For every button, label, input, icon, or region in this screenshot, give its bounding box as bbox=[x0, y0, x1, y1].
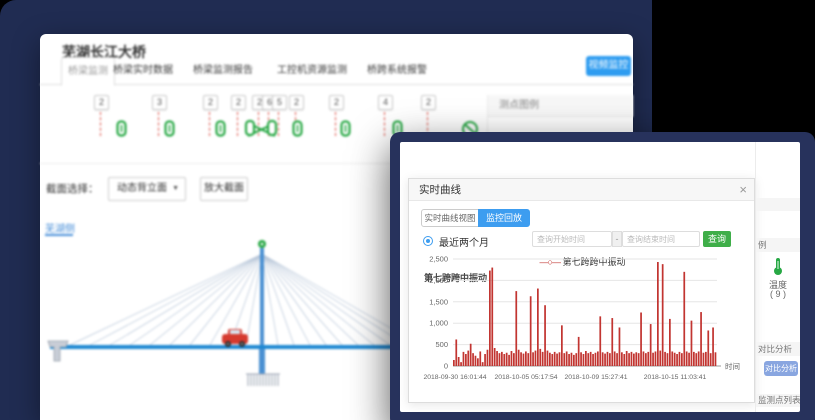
thermometer-icon bbox=[771, 256, 785, 276]
sensor-dashed-line bbox=[237, 112, 238, 136]
realtime-curve-window: 实时曲线 × 实时曲线视图 监控回放 最近两个月 - 查询 —○— 第七跨跨中振… bbox=[390, 132, 815, 420]
svg-text:500: 500 bbox=[435, 340, 448, 349]
close-icon[interactable]: × bbox=[739, 179, 747, 201]
sensor-dashed-line bbox=[209, 112, 210, 136]
point-legend-header: 测点图例 bbox=[488, 95, 633, 117]
compare-analysis-button[interactable]: 对比分析 bbox=[764, 361, 798, 376]
bearing-sensor-cluster-icon[interactable] bbox=[244, 118, 280, 140]
chain-sensor-icon[interactable] bbox=[214, 120, 227, 137]
section-select[interactable]: 动态背立面 ▼ bbox=[108, 177, 186, 201]
tab-4[interactable]: 工控机资源监测 bbox=[277, 64, 347, 84]
svg-text:0: 0 bbox=[444, 362, 448, 371]
bridge-foundation bbox=[246, 374, 280, 386]
sensor-dashed-line bbox=[384, 112, 385, 136]
query-end-time-input[interactable] bbox=[622, 231, 700, 247]
backdrop-black-area bbox=[652, 0, 815, 150]
svg-text:2018-09-30 16:01:44: 2018-09-30 16:01:44 bbox=[423, 374, 486, 381]
point-list-header: 监测点列表 bbox=[756, 394, 800, 407]
query-start-time-input[interactable] bbox=[532, 231, 612, 247]
svg-text:1,000: 1,000 bbox=[429, 319, 448, 328]
chevron-down-icon: ▼ bbox=[172, 178, 179, 200]
sidebar-divider bbox=[755, 142, 756, 412]
tab-curve-view[interactable]: 实时曲线视图 bbox=[421, 209, 479, 227]
svg-text:1,500: 1,500 bbox=[429, 297, 448, 306]
sensor-dashed-line bbox=[100, 112, 101, 136]
svg-text:2018-10-09 15:27:41: 2018-10-09 15:27:41 bbox=[564, 374, 627, 381]
svg-text:2018-10-15 11:03:41: 2018-10-15 11:03:41 bbox=[644, 374, 707, 381]
tab-bar bbox=[40, 84, 633, 85]
sensor-count-badge[interactable]: 2 bbox=[421, 95, 436, 110]
sensor-count-badge[interactable]: 2 bbox=[231, 95, 246, 110]
sidebar-legend-header: 例 bbox=[756, 238, 800, 252]
chain-sensor-icon[interactable] bbox=[291, 120, 304, 137]
enlarge-section-button[interactable]: 放大截面 bbox=[200, 177, 248, 201]
recent-two-months-radio[interactable] bbox=[423, 236, 433, 246]
section-select-value: 动态背立面 bbox=[117, 183, 167, 194]
sensor-count-badge[interactable]: 2 bbox=[329, 95, 344, 110]
tab-5[interactable]: 桥跨系统报警 bbox=[367, 64, 427, 84]
chain-sensor-icon[interactable] bbox=[163, 120, 176, 137]
sensor-count-badge[interactable]: 2 bbox=[203, 95, 218, 110]
sensor-dashed-line bbox=[158, 112, 159, 136]
chain-sensor-icon[interactable] bbox=[339, 120, 352, 137]
query-button[interactable]: 查询 bbox=[703, 231, 731, 247]
screen: 芜湖长江大桥 桥梁监测桥梁实时数据桥梁监测报告工控机资源监测桥跨系统报警 视频监… bbox=[0, 0, 815, 420]
sensor-count-badge[interactable]: 2 bbox=[94, 95, 109, 110]
sensor-count-badge[interactable]: 2 bbox=[289, 95, 304, 110]
sensor-count-badge[interactable]: 5 bbox=[272, 95, 287, 110]
tab-monitor-playback[interactable]: 监控回放 bbox=[478, 209, 530, 227]
sensor-count-badge[interactable]: 4 bbox=[378, 95, 393, 110]
tab-3[interactable]: 桥梁监测报告 bbox=[193, 64, 253, 84]
section-select-label: 截面选择： bbox=[46, 177, 99, 201]
tab-1[interactable]: 桥梁监测 bbox=[61, 57, 115, 86]
svg-text:时间: 时间 bbox=[725, 361, 740, 371]
radio-label: 最近两个月 bbox=[439, 234, 489, 249]
sensor-dashed-line bbox=[335, 112, 336, 136]
dialog-title: 实时曲线 bbox=[419, 179, 461, 201]
compare-analysis-header: 对比分析 bbox=[756, 342, 800, 356]
chain-sensor-icon[interactable] bbox=[115, 120, 128, 137]
video-monitor-button[interactable]: 视频监控 bbox=[586, 56, 631, 76]
car-icon bbox=[222, 329, 248, 347]
svg-text:2,500: 2,500 bbox=[429, 255, 448, 264]
svg-text:2018-10-05 05:17:54: 2018-10-05 05:17:54 bbox=[494, 374, 557, 381]
bridge-abutment bbox=[48, 341, 68, 361]
tab-2[interactable]: 桥梁实时数据 bbox=[113, 64, 173, 84]
dialog-header: 实时曲线 × bbox=[409, 179, 754, 201]
temperature-count: ( 9 ) bbox=[756, 289, 800, 299]
vibration-chart: 0 500 1,000 1,500 2,000 2,500 2018-09-30 16:01… bbox=[409, 253, 754, 403]
svg-text:2,000: 2,000 bbox=[429, 276, 448, 285]
sidebar-clipped-bar bbox=[756, 198, 800, 211]
sensor-count-badge[interactable]: 3 bbox=[152, 95, 167, 110]
modal-page: 实时曲线 × 实时曲线视图 监控回放 最近两个月 - 查询 —○— 第七跨跨中振… bbox=[400, 142, 800, 412]
date-range-separator: - bbox=[612, 231, 622, 247]
realtime-curve-dialog: 实时曲线 × 实时曲线视图 监控回放 最近两个月 - 查询 —○— 第七跨跨中振… bbox=[408, 178, 755, 403]
